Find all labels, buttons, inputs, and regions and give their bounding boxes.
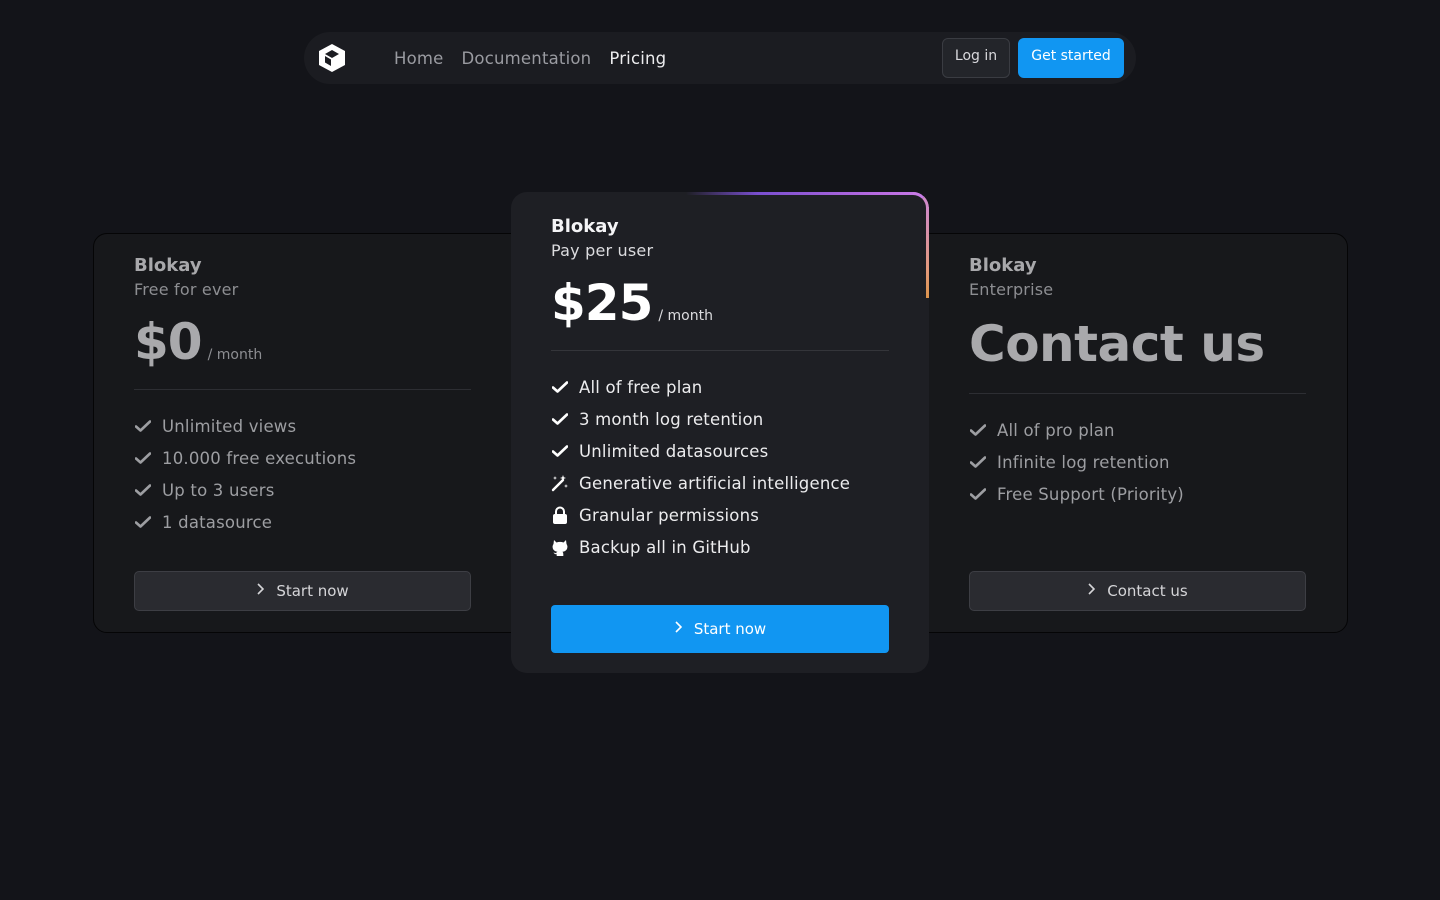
divider [969, 393, 1306, 394]
plan-brand: Blokay [969, 255, 1037, 276]
divider [551, 350, 889, 351]
list-item: 10.000 free executions [134, 442, 471, 474]
list-item: 1 datasource [134, 506, 471, 538]
feature-label: Unlimited views [162, 416, 297, 436]
blokay-logo-icon[interactable] [316, 42, 348, 74]
github-icon [551, 538, 569, 556]
plan-period: / month [207, 347, 263, 363]
feature-label: All of pro plan [997, 420, 1115, 440]
plan-brand: Blokay [134, 255, 202, 276]
feature-label: Generative artificial intelligence [579, 473, 851, 493]
free-start-now-button[interactable]: Start now [134, 571, 471, 611]
list-item: Granular permissions [551, 499, 889, 531]
feature-label: Backup all in GitHub [579, 537, 751, 557]
check-icon [551, 378, 569, 396]
list-item: Free Support (Priority) [969, 478, 1306, 510]
divider [134, 389, 471, 390]
price-row: $25 / month [551, 274, 889, 332]
glow-border [926, 207, 929, 298]
check-icon [551, 442, 569, 460]
check-icon [134, 481, 152, 499]
plan-period: / month [658, 308, 713, 324]
check-icon [134, 417, 152, 435]
price-row: $0 / month [134, 313, 471, 371]
button-label: Contact us [1107, 582, 1188, 600]
list-item: All of pro plan [969, 414, 1306, 446]
check-icon [551, 410, 569, 428]
feature-label: Free Support (Priority) [997, 484, 1184, 504]
plan-price: $25 [551, 274, 653, 332]
lock-icon [551, 506, 569, 524]
nav-link-home[interactable]: Home [394, 49, 444, 68]
list-item: 3 month log retention [551, 403, 889, 435]
plan-brand: Blokay [551, 216, 619, 237]
feature-label: Up to 3 users [162, 480, 275, 500]
plan-pro: Blokay Pay per user $25 / month All of f… [511, 192, 929, 673]
get-started-button[interactable]: Get started [1018, 38, 1124, 78]
check-icon [134, 449, 152, 467]
plan-free: Blokay Free for ever $0 / month Unlimite… [134, 255, 471, 538]
plan-subtitle: Enterprise [969, 280, 1054, 299]
magic-wand-icon [551, 474, 569, 492]
list-item: Unlimited views [134, 410, 471, 442]
button-label: Start now [693, 620, 767, 638]
feature-label: Unlimited datasources [579, 441, 769, 461]
feature-label: Infinite log retention [997, 452, 1170, 472]
check-icon [969, 485, 987, 503]
chevron-right-icon [1087, 583, 1096, 599]
chevron-right-icon [256, 583, 265, 599]
glow-border [686, 192, 926, 195]
plan-price: $0 [134, 313, 203, 371]
feature-label: All of free plan [579, 377, 703, 397]
button-label: Start now [276, 582, 349, 600]
top-navbar: Home Documentation Pricing Log in Get st… [304, 32, 1136, 84]
plan-subtitle: Pay per user [551, 241, 654, 260]
list-item: All of free plan [551, 371, 889, 403]
pro-start-now-button[interactable]: Start now [551, 605, 889, 653]
login-button[interactable]: Log in [942, 38, 1010, 78]
feature-label: 3 month log retention [579, 409, 764, 429]
check-icon [969, 421, 987, 439]
list-item: Unlimited datasources [551, 435, 889, 467]
list-item: Generative artificial intelligence [551, 467, 889, 499]
chevron-right-icon [674, 621, 682, 637]
feature-label: 10.000 free executions [162, 448, 357, 468]
check-icon [969, 453, 987, 471]
nav-link-pricing[interactable]: Pricing [609, 49, 666, 68]
list-item: Backup all in GitHub [551, 531, 889, 563]
nav-link-documentation[interactable]: Documentation [462, 49, 592, 68]
plan-enterprise: Blokay Enterprise Contact us All of pro … [969, 255, 1306, 510]
plan-subtitle: Free for ever [134, 280, 239, 299]
feature-list: All of free plan 3 month log retention U… [551, 371, 889, 563]
glow-border [913, 192, 929, 208]
feature-label: 1 datasource [162, 512, 273, 532]
feature-label: Granular permissions [579, 505, 760, 525]
nav-links: Home Documentation Pricing [394, 32, 666, 84]
check-icon [134, 513, 152, 531]
plan-pro-content: Blokay Pay per user $25 / month All of f… [551, 216, 889, 563]
feature-list: Unlimited views 10.000 free executions U… [134, 410, 471, 538]
list-item: Infinite log retention [969, 446, 1306, 478]
list-item: Up to 3 users [134, 474, 471, 506]
feature-list: All of pro plan Infinite log retention F… [969, 414, 1306, 510]
plan-price: Contact us [969, 315, 1265, 373]
contact-us-button[interactable]: Contact us [969, 571, 1306, 611]
